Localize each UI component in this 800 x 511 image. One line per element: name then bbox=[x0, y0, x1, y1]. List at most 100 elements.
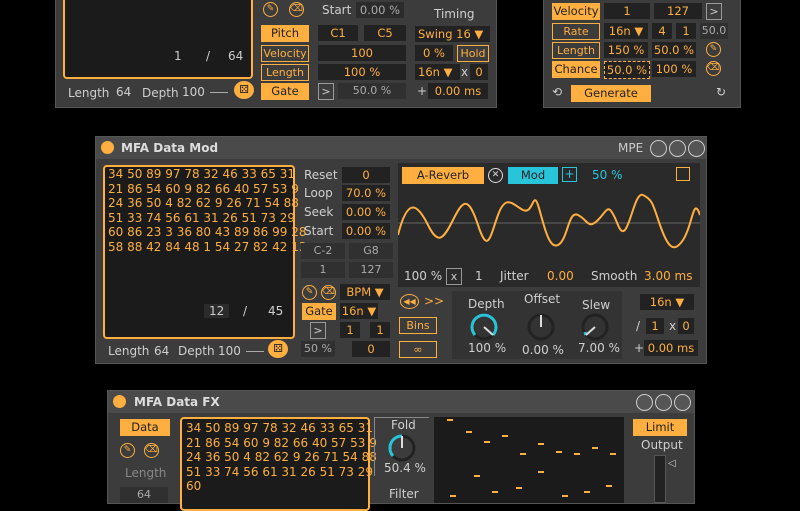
swap-icon[interactable] bbox=[655, 394, 672, 411]
pitch-low[interactable]: C1 bbox=[318, 25, 358, 41]
hold-button[interactable]: Hold bbox=[457, 45, 489, 62]
bins-button[interactable]: Bins bbox=[399, 317, 437, 334]
eraser-icon[interactable]: ⌫ bbox=[144, 443, 159, 458]
rate-b[interactable]: 0 bbox=[678, 318, 694, 334]
target-button[interactable]: A-Reverb bbox=[402, 167, 484, 184]
depth-value[interactable]: 100 bbox=[182, 85, 205, 99]
route-icon[interactable] bbox=[650, 140, 667, 157]
depth-value[interactable]: 100 bbox=[218, 344, 241, 358]
chance-b[interactable]: 100 % bbox=[652, 61, 696, 77]
length-button[interactable]: Length bbox=[261, 64, 309, 81]
pencil-icon[interactable]: ✎ bbox=[120, 443, 135, 458]
rewind-button[interactable]: ◀◀ bbox=[400, 294, 419, 309]
save-icon[interactable] bbox=[688, 140, 705, 157]
num-low[interactable]: 1 bbox=[301, 262, 345, 278]
mod-pct[interactable]: 50 % bbox=[592, 168, 623, 182]
note-high[interactable]: G8 bbox=[349, 243, 393, 259]
length-value[interactable]: 64 bbox=[120, 487, 168, 503]
pitch-button[interactable]: Pitch bbox=[261, 25, 309, 42]
wave-x-button[interactable]: x bbox=[446, 268, 462, 285]
gate-rate-select[interactable]: 16n ▼ bbox=[340, 303, 378, 319]
offset-ms[interactable]: 0.00 ms bbox=[428, 83, 488, 99]
swap-icon[interactable] bbox=[669, 140, 686, 157]
len-b[interactable]: 50.0 % bbox=[652, 42, 696, 58]
len-a[interactable]: 150 % bbox=[604, 42, 648, 58]
eraser-icon[interactable]: ⌫ bbox=[706, 61, 721, 76]
sequence-display[interactable] bbox=[63, 0, 253, 79]
rate-mult[interactable]: 0 bbox=[470, 64, 488, 80]
wave-scale[interactable]: 100 % bbox=[404, 269, 442, 283]
rate-select[interactable]: 16n ▼ bbox=[415, 64, 460, 80]
loop-icon[interactable]: ⟲ bbox=[552, 85, 562, 99]
output-slider-icon[interactable]: ◁ bbox=[668, 458, 676, 469]
rate-a[interactable]: 1 bbox=[646, 318, 664, 334]
loop-value[interactable]: 70.0 % bbox=[342, 185, 390, 201]
start-value[interactable]: 0.00 % bbox=[342, 223, 390, 239]
chance-button[interactable]: Chance bbox=[552, 61, 600, 78]
velocity-button[interactable]: Velocity bbox=[552, 3, 600, 20]
rate-a[interactable]: 4 bbox=[652, 23, 672, 39]
menu-icon[interactable] bbox=[676, 167, 690, 181]
pitch-high[interactable]: C5 bbox=[364, 25, 406, 41]
slew-knob[interactable] bbox=[580, 312, 610, 342]
rate-button[interactable]: Rate bbox=[552, 23, 600, 40]
limit-button[interactable]: Limit bbox=[633, 419, 687, 436]
swing-pct[interactable]: 0 % bbox=[415, 45, 453, 61]
step-display[interactable] bbox=[434, 417, 624, 503]
gate-value[interactable]: 50.0 % bbox=[338, 83, 406, 99]
route-icon[interactable] bbox=[636, 394, 653, 411]
length-button[interactable]: Length bbox=[552, 42, 600, 59]
pencil-icon[interactable]: ✎ bbox=[706, 42, 721, 57]
bpm-select[interactable]: BPM ▼ bbox=[340, 284, 390, 300]
offset-knob[interactable] bbox=[526, 312, 556, 342]
seek-value[interactable]: 0.00 % bbox=[342, 204, 390, 220]
wave-one[interactable]: 1 bbox=[475, 269, 483, 283]
rate-b[interactable]: 1 bbox=[676, 23, 696, 39]
velocity-value[interactable]: 100 bbox=[318, 45, 406, 61]
gate-arrow[interactable]: > bbox=[318, 83, 334, 100]
swing-select[interactable]: Swing 16 ▼ bbox=[415, 26, 490, 42]
dice-icon[interactable]: ⚄ bbox=[268, 340, 288, 358]
gate-zero[interactable]: 0 bbox=[352, 341, 390, 357]
add-icon[interactable]: + bbox=[562, 167, 577, 182]
rate-select[interactable]: 16n ▼ bbox=[640, 294, 694, 310]
jitter-value[interactable]: 0.00 bbox=[547, 269, 574, 283]
mpe-label[interactable]: MPE bbox=[618, 141, 643, 155]
data-button[interactable]: Data bbox=[120, 419, 170, 436]
fold-knob[interactable] bbox=[387, 433, 417, 463]
num-high[interactable]: 127 bbox=[349, 262, 393, 278]
seq-pos[interactable]: 12 bbox=[204, 304, 230, 318]
offset-ms[interactable]: 0.00 ms bbox=[644, 340, 698, 356]
gate-b[interactable]: 1 bbox=[370, 322, 390, 338]
chance-a[interactable]: 50.0 % bbox=[604, 61, 650, 79]
power-button[interactable] bbox=[113, 395, 126, 408]
infinite-button[interactable]: ∞ bbox=[399, 341, 437, 358]
output-meter[interactable] bbox=[654, 455, 666, 503]
depth-knob[interactable] bbox=[469, 312, 499, 342]
reset-value[interactable]: 0 bbox=[342, 167, 390, 183]
smooth-value[interactable]: 3.00 ms bbox=[644, 269, 692, 283]
rate-select[interactable]: 16n ▼ bbox=[604, 23, 648, 39]
dice-icon[interactable]: ⚄ bbox=[234, 81, 254, 99]
mod-button[interactable]: Mod bbox=[508, 167, 558, 184]
vel-low[interactable]: 1 bbox=[604, 3, 650, 19]
length-value[interactable]: 64 bbox=[116, 85, 131, 99]
length-value[interactable]: 64 bbox=[154, 344, 169, 358]
power-button[interactable] bbox=[101, 141, 114, 154]
gate-a[interactable]: 1 bbox=[340, 322, 360, 338]
eraser-icon[interactable]: ⌫ bbox=[321, 285, 336, 300]
gate-button[interactable]: Gate bbox=[261, 83, 309, 100]
gate-button[interactable]: Gate bbox=[302, 303, 336, 320]
pencil-icon[interactable]: ✎ bbox=[302, 285, 317, 300]
save-icon[interactable] bbox=[674, 394, 691, 411]
pencil-icon[interactable]: ✎ bbox=[263, 2, 278, 17]
vel-high[interactable]: 127 bbox=[654, 3, 702, 19]
generate-button[interactable]: Generate bbox=[571, 85, 651, 102]
start-value[interactable]: 0.00 % bbox=[356, 2, 404, 18]
velocity-button[interactable]: Velocity bbox=[261, 45, 309, 62]
refresh-icon[interactable]: ↻ bbox=[716, 85, 726, 99]
gate-arrow[interactable]: > bbox=[310, 322, 326, 339]
rate-c[interactable]: 50.0 bbox=[700, 23, 728, 39]
length-pct[interactable]: 100 % bbox=[318, 64, 406, 80]
ff-button[interactable]: >> bbox=[424, 294, 444, 308]
